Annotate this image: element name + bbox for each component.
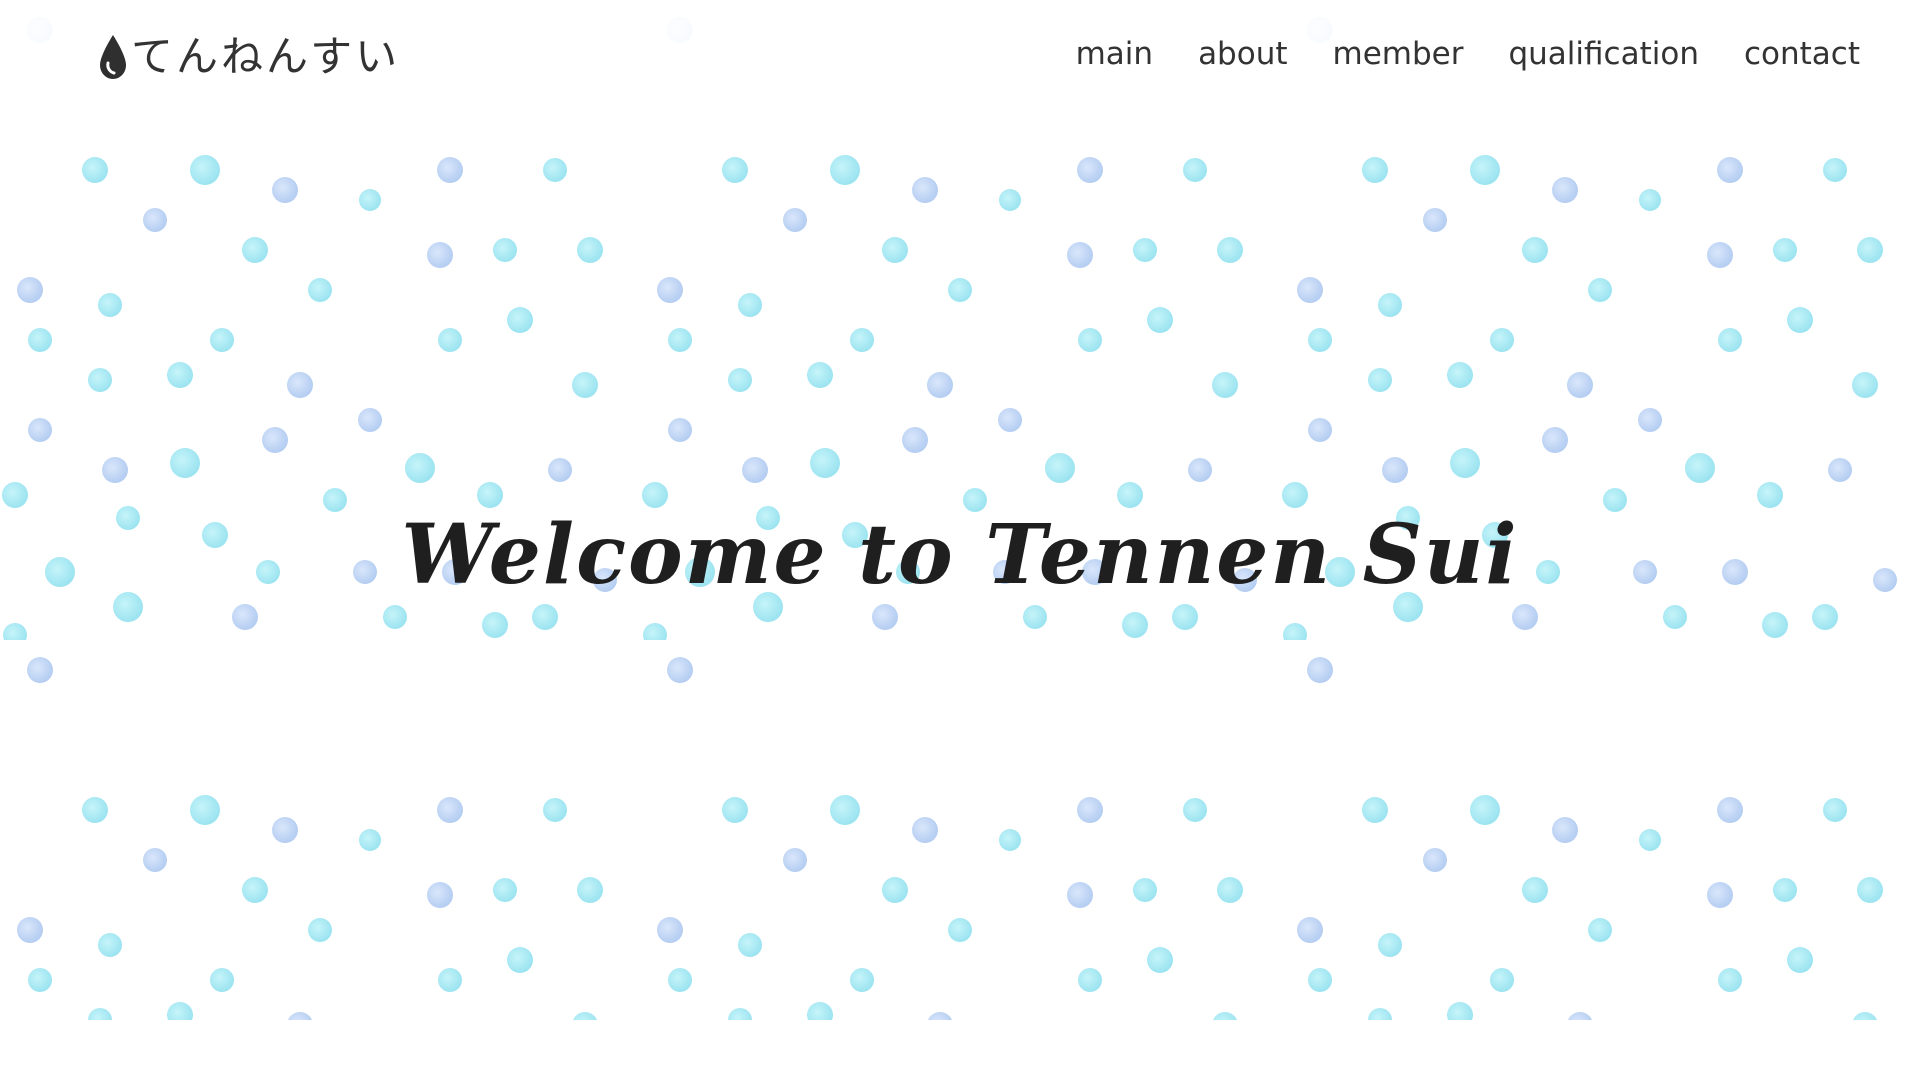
nav-link-contact[interactable]: contact [1744, 32, 1860, 77]
hero-title: Welcome to Tennen Sui [401, 506, 1519, 603]
nav-link-member[interactable]: member [1333, 32, 1464, 77]
water-drop-icon [97, 33, 129, 81]
nav-link-main[interactable]: main [1076, 32, 1153, 77]
site-header: てんねんすい main about member qualification c… [0, 0, 1920, 115]
site-logo[interactable]: てんねんすい [97, 30, 400, 84]
logo-text: てんねんすい [131, 32, 401, 81]
main-nav: main about member qualification contact [1076, 32, 1860, 77]
nav-link-qualification[interactable]: qualification [1508, 32, 1699, 77]
footer-blank-area [0, 1020, 1920, 1080]
page: てんねんすい main about member qualification c… [0, 0, 1920, 1080]
nav-link-about[interactable]: about [1198, 32, 1287, 77]
